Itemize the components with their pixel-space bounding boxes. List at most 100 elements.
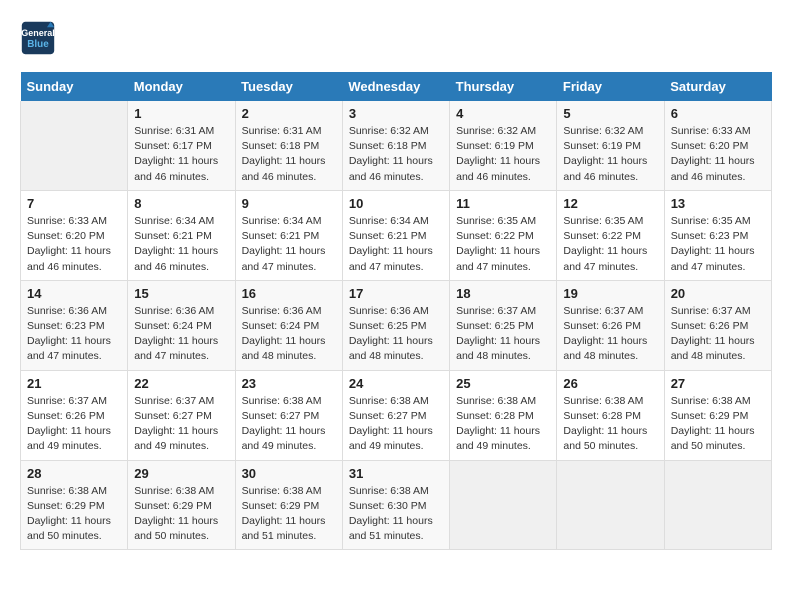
calendar-cell: 4 Sunrise: 6:32 AM Sunset: 6:19 PM Daylig… — [450, 101, 557, 190]
calendar-cell: 15 Sunrise: 6:36 AM Sunset: 6:24 PM Dayli… — [128, 280, 235, 370]
day-number: 25 — [456, 376, 550, 391]
day-number: 8 — [134, 196, 228, 211]
day-info: Sunrise: 6:38 AM Sunset: 6:29 PM Dayligh… — [134, 484, 228, 545]
calendar-cell: 1 Sunrise: 6:31 AM Sunset: 6:17 PM Daylig… — [128, 101, 235, 190]
calendar-cell: 20 Sunrise: 6:37 AM Sunset: 6:26 PM Dayli… — [664, 280, 771, 370]
calendar-cell: 27 Sunrise: 6:38 AM Sunset: 6:29 PM Dayli… — [664, 370, 771, 460]
day-number: 2 — [242, 106, 336, 121]
calendar-cell: 9 Sunrise: 6:34 AM Sunset: 6:21 PM Daylig… — [235, 190, 342, 280]
day-number: 4 — [456, 106, 550, 121]
calendar-cell: 13 Sunrise: 6:35 AM Sunset: 6:23 PM Dayli… — [664, 190, 771, 280]
day-number: 30 — [242, 466, 336, 481]
calendar-cell: 28 Sunrise: 6:38 AM Sunset: 6:29 PM Dayli… — [21, 460, 128, 550]
calendar-cell: 30 Sunrise: 6:38 AM Sunset: 6:29 PM Dayli… — [235, 460, 342, 550]
day-number: 21 — [27, 376, 121, 391]
calendar-cell: 8 Sunrise: 6:34 AM Sunset: 6:21 PM Daylig… — [128, 190, 235, 280]
day-number: 19 — [563, 286, 657, 301]
day-number: 26 — [563, 376, 657, 391]
calendar-week-2: 7Sunrise: 6:33 AM Sunset: 6:20 PM Daylig… — [21, 190, 772, 280]
day-info: Sunrise: 6:36 AM Sunset: 6:24 PM Dayligh… — [134, 304, 228, 365]
calendar-cell: 21 Sunrise: 6:37 AM Sunset: 6:26 PM Dayli… — [21, 370, 128, 460]
day-info: Sunrise: 6:34 AM Sunset: 6:21 PM Dayligh… — [134, 214, 228, 275]
day-info: Sunrise: 6:32 AM Sunset: 6:19 PM Dayligh… — [456, 124, 550, 185]
calendar-header-row: SundayMondayTuesdayWednesdayThursdayFrid… — [21, 72, 772, 101]
day-info: Sunrise: 6:38 AM Sunset: 6:28 PM Dayligh… — [563, 394, 657, 455]
calendar-cell: 7Sunrise: 6:33 AM Sunset: 6:20 PM Daylig… — [21, 190, 128, 280]
day-info: Sunrise: 6:34 AM Sunset: 6:21 PM Dayligh… — [242, 214, 336, 275]
day-info: Sunrise: 6:38 AM Sunset: 6:27 PM Dayligh… — [349, 394, 443, 455]
day-number: 16 — [242, 286, 336, 301]
day-info: Sunrise: 6:37 AM Sunset: 6:26 PM Dayligh… — [27, 394, 121, 455]
day-info: Sunrise: 6:34 AM Sunset: 6:21 PM Dayligh… — [349, 214, 443, 275]
day-info: Sunrise: 6:36 AM Sunset: 6:24 PM Dayligh… — [242, 304, 336, 365]
calendar-cell — [450, 460, 557, 550]
day-info: Sunrise: 6:38 AM Sunset: 6:29 PM Dayligh… — [27, 484, 121, 545]
day-info: Sunrise: 6:38 AM Sunset: 6:27 PM Dayligh… — [242, 394, 336, 455]
day-number: 17 — [349, 286, 443, 301]
day-info: Sunrise: 6:38 AM Sunset: 6:28 PM Dayligh… — [456, 394, 550, 455]
day-info: Sunrise: 6:37 AM Sunset: 6:26 PM Dayligh… — [671, 304, 765, 365]
day-number: 13 — [671, 196, 765, 211]
logo-icon: General Blue — [20, 20, 56, 56]
calendar-week-3: 14Sunrise: 6:36 AM Sunset: 6:23 PM Dayli… — [21, 280, 772, 370]
day-number: 7 — [27, 196, 121, 211]
calendar-cell: 11 Sunrise: 6:35 AM Sunset: 6:22 PM Dayli… — [450, 190, 557, 280]
day-info: Sunrise: 6:35 AM Sunset: 6:22 PM Dayligh… — [563, 214, 657, 275]
calendar-cell: 5Sunrise: 6:32 AM Sunset: 6:19 PM Daylig… — [557, 101, 664, 190]
weekday-header-saturday: Saturday — [664, 72, 771, 101]
day-number: 29 — [134, 466, 228, 481]
day-info: Sunrise: 6:35 AM Sunset: 6:23 PM Dayligh… — [671, 214, 765, 275]
day-number: 1 — [134, 106, 228, 121]
calendar-cell: 29 Sunrise: 6:38 AM Sunset: 6:29 PM Dayli… — [128, 460, 235, 550]
day-info: Sunrise: 6:38 AM Sunset: 6:29 PM Dayligh… — [671, 394, 765, 455]
calendar-cell: 2 Sunrise: 6:31 AM Sunset: 6:18 PM Daylig… — [235, 101, 342, 190]
day-number: 5 — [563, 106, 657, 121]
calendar-week-1: 1 Sunrise: 6:31 AM Sunset: 6:17 PM Daylig… — [21, 101, 772, 190]
calendar-cell: 31 Sunrise: 6:38 AM Sunset: 6:30 PM Dayli… — [342, 460, 449, 550]
day-info: Sunrise: 6:36 AM Sunset: 6:25 PM Dayligh… — [349, 304, 443, 365]
calendar-cell — [557, 460, 664, 550]
weekday-header-monday: Monday — [128, 72, 235, 101]
day-info: Sunrise: 6:35 AM Sunset: 6:22 PM Dayligh… — [456, 214, 550, 275]
calendar-cell — [664, 460, 771, 550]
day-info: Sunrise: 6:37 AM Sunset: 6:27 PM Dayligh… — [134, 394, 228, 455]
calendar-cell: 25 Sunrise: 6:38 AM Sunset: 6:28 PM Dayli… — [450, 370, 557, 460]
weekday-header-friday: Friday — [557, 72, 664, 101]
calendar-cell: 12 Sunrise: 6:35 AM Sunset: 6:22 PM Dayli… — [557, 190, 664, 280]
day-info: Sunrise: 6:37 AM Sunset: 6:25 PM Dayligh… — [456, 304, 550, 365]
calendar-cell: 14Sunrise: 6:36 AM Sunset: 6:23 PM Dayli… — [21, 280, 128, 370]
calendar-cell: 19 Sunrise: 6:37 AM Sunset: 6:26 PM Dayli… — [557, 280, 664, 370]
day-number: 20 — [671, 286, 765, 301]
day-info: Sunrise: 6:38 AM Sunset: 6:30 PM Dayligh… — [349, 484, 443, 545]
day-number: 23 — [242, 376, 336, 391]
day-number: 24 — [349, 376, 443, 391]
day-number: 22 — [134, 376, 228, 391]
calendar-cell: 10 Sunrise: 6:34 AM Sunset: 6:21 PM Dayli… — [342, 190, 449, 280]
day-number: 12 — [563, 196, 657, 211]
day-number: 28 — [27, 466, 121, 481]
calendar-table: SundayMondayTuesdayWednesdayThursdayFrid… — [20, 72, 772, 550]
weekday-header-tuesday: Tuesday — [235, 72, 342, 101]
day-info: Sunrise: 6:38 AM Sunset: 6:29 PM Dayligh… — [242, 484, 336, 545]
day-number: 14 — [27, 286, 121, 301]
day-number: 15 — [134, 286, 228, 301]
day-number: 11 — [456, 196, 550, 211]
day-info: Sunrise: 6:31 AM Sunset: 6:18 PM Dayligh… — [242, 124, 336, 185]
calendar-week-5: 28 Sunrise: 6:38 AM Sunset: 6:29 PM Dayli… — [21, 460, 772, 550]
day-info: Sunrise: 6:37 AM Sunset: 6:26 PM Dayligh… — [563, 304, 657, 365]
calendar-cell: 17 Sunrise: 6:36 AM Sunset: 6:25 PM Dayli… — [342, 280, 449, 370]
day-number: 10 — [349, 196, 443, 211]
day-number: 31 — [349, 466, 443, 481]
calendar-cell: 16 Sunrise: 6:36 AM Sunset: 6:24 PM Dayli… — [235, 280, 342, 370]
calendar-cell: 22 Sunrise: 6:37 AM Sunset: 6:27 PM Dayli… — [128, 370, 235, 460]
day-info: Sunrise: 6:31 AM Sunset: 6:17 PM Dayligh… — [134, 124, 228, 185]
day-info: Sunrise: 6:33 AM Sunset: 6:20 PM Dayligh… — [671, 124, 765, 185]
day-info: Sunrise: 6:32 AM Sunset: 6:18 PM Dayligh… — [349, 124, 443, 185]
weekday-header-thursday: Thursday — [450, 72, 557, 101]
day-number: 9 — [242, 196, 336, 211]
weekday-header-sunday: Sunday — [21, 72, 128, 101]
day-number: 27 — [671, 376, 765, 391]
day-number: 18 — [456, 286, 550, 301]
logo: General Blue — [20, 20, 62, 56]
svg-text:General: General — [21, 28, 55, 38]
